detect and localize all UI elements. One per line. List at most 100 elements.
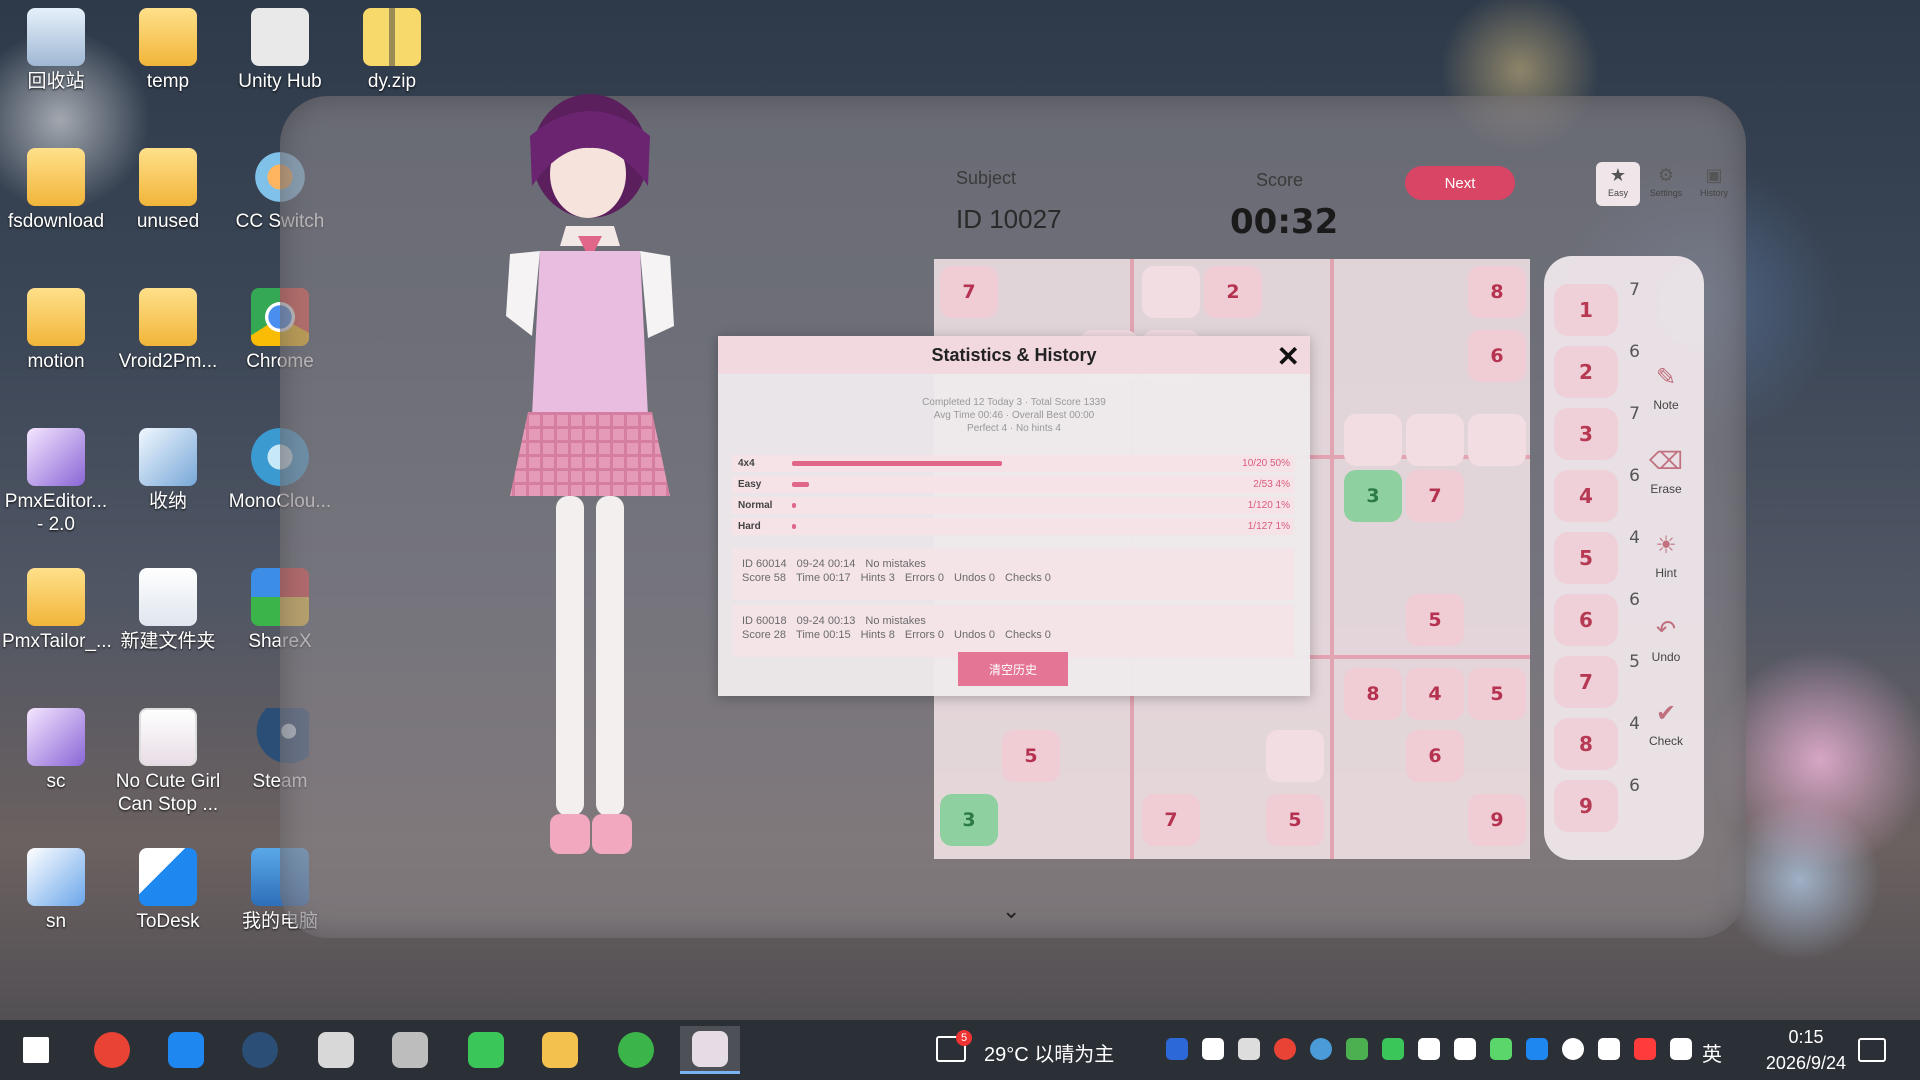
network-icon[interactable] <box>1418 1038 1440 1060</box>
taskbar-app-file-explorer[interactable] <box>530 1026 590 1074</box>
desktop-icon-label: motion <box>27 351 85 372</box>
board-cell[interactable]: 7 <box>940 266 998 318</box>
board-cell-empty[interactable] <box>1344 414 1402 466</box>
desktop-icon-20[interactable]: sn <box>2 848 110 933</box>
undo-button[interactable]: ↶ Undo <box>1644 610 1688 664</box>
desktop-icon-label: Unity Hub <box>238 71 322 92</box>
taskbar-app-sharex[interactable] <box>606 1026 666 1074</box>
nvidia-icon[interactable] <box>1346 1038 1368 1060</box>
taskbar-app-chrome[interactable] <box>82 1026 142 1074</box>
desktop-icon-label: dy.zip <box>367 71 417 92</box>
chevron-down-icon[interactable]: ⌄ <box>1002 898 1020 924</box>
history-field: Time 00:15 <box>796 629 851 641</box>
board-cell[interactable]: 8 <box>1468 266 1526 318</box>
number-key-8[interactable]: 84 <box>1554 714 1640 770</box>
app-icon[interactable] <box>1202 1038 1224 1060</box>
desktop-icon-2[interactable]: temp <box>114 8 222 93</box>
board-cell[interactable]: 5 <box>1468 668 1526 720</box>
number-key-4[interactable]: 46 <box>1554 466 1640 522</box>
unity-icon <box>318 1032 354 1068</box>
desktop-icon-label: Vroid2Pm... <box>118 351 218 372</box>
settings-button[interactable]: ⚙ Settings <box>1644 162 1688 206</box>
desktop-icon-15[interactable]: 新建文件夹 <box>114 568 222 653</box>
number-key-6[interactable]: 66 <box>1554 590 1640 646</box>
desktop-icon-label: PmxTailor_... <box>2 631 112 652</box>
number-key-digit: 7 <box>1579 670 1593 694</box>
desktop-icon-18[interactable]: No Cute Girl Can Stop ... <box>114 708 222 816</box>
ea-icon[interactable] <box>1166 1038 1188 1060</box>
board-cell[interactable]: 4 <box>1406 668 1464 720</box>
history-button[interactable]: ▣ History <box>1692 162 1736 206</box>
taskbar-app-game[interactable] <box>680 1026 740 1074</box>
board-cell[interactable]: 5 <box>1406 594 1464 646</box>
clear-history-button[interactable]: 清空历史 <box>958 652 1068 686</box>
close-button[interactable]: ✕ <box>1277 340 1300 373</box>
hint-button[interactable]: ☀ Hint <box>1644 526 1688 580</box>
number-key-1[interactable]: 17 <box>1554 280 1640 336</box>
weather-text[interactable]: 29°C 以晴为主 <box>984 1038 1114 1067</box>
board-cell-empty[interactable] <box>1468 414 1526 466</box>
desktop-icon-12[interactable]: 收纳 <box>114 428 222 513</box>
note-button[interactable]: ✎ Note <box>1644 358 1688 412</box>
desktop-icon-4[interactable]: dy.zip <box>338 8 446 93</box>
board-cell[interactable]: 3 <box>1344 470 1402 522</box>
sharex-icon[interactable] <box>1490 1038 1512 1060</box>
record-icon[interactable] <box>1562 1038 1584 1060</box>
number-key-5[interactable]: 54 <box>1554 528 1640 584</box>
taskbar-app-unity-hub[interactable] <box>380 1026 440 1074</box>
ime-indicator[interactable]: 英 <box>1702 1038 1722 1067</box>
todesk-icon[interactable] <box>1526 1038 1548 1060</box>
board-cell[interactable]: 8 <box>1344 668 1402 720</box>
check-button[interactable]: ✔ Check <box>1644 694 1688 748</box>
cloud-icon[interactable] <box>1310 1038 1332 1060</box>
desktop-icon-5[interactable]: fsdownload <box>2 148 110 233</box>
next-button[interactable]: Next <box>1405 166 1515 200</box>
steam-icon[interactable] <box>1598 1038 1620 1060</box>
desktop-icon-17[interactable]: sc <box>2 708 110 793</box>
security-icon[interactable] <box>1634 1038 1656 1060</box>
unity-icon[interactable] <box>1454 1038 1476 1060</box>
number-key-3[interactable]: 37 <box>1554 404 1640 460</box>
board-cell[interactable]: 9 <box>1468 794 1526 846</box>
volume-icon[interactable] <box>1670 1038 1692 1060</box>
board-cell[interactable]: 3 <box>940 794 998 846</box>
browser-icon[interactable] <box>1274 1038 1296 1060</box>
number-key-7[interactable]: 75 <box>1554 652 1640 708</box>
number-key-digit: 4 <box>1579 484 1593 508</box>
desktop-icon-9[interactable]: Vroid2Pm... <box>114 288 222 373</box>
desktop-icon-21[interactable]: ToDesk <box>114 848 222 933</box>
number-key-9[interactable]: 96 <box>1554 776 1640 832</box>
board-cell-empty[interactable] <box>1406 414 1464 466</box>
number-key-remaining: 6 <box>1629 776 1640 796</box>
taskbar-app-todesk[interactable] <box>156 1026 216 1074</box>
easy-button[interactable]: ★ Easy <box>1596 162 1640 206</box>
taskbar-app-wechat[interactable] <box>456 1026 516 1074</box>
board-cell[interactable]: 7 <box>1406 470 1464 522</box>
board-cell[interactable]: 7 <box>1142 794 1200 846</box>
erase-button[interactable]: ⌫ Erase <box>1644 442 1688 496</box>
progress-fill <box>792 524 797 529</box>
number-key-2[interactable]: 26 <box>1554 342 1640 398</box>
desktop-icon-8[interactable]: motion <box>2 288 110 373</box>
notification-center-icon[interactable] <box>1858 1038 1886 1062</box>
taskbar-app-windows-start[interactable] <box>6 1026 66 1074</box>
board-cell[interactable]: 6 <box>1468 330 1526 382</box>
statistics-history-dialog: Statistics & History ✕ Completed 12 Toda… <box>718 336 1310 696</box>
desktop-icon-11[interactable]: PmxEditor... - 2.0 <box>2 428 110 536</box>
desktop-icon-1[interactable]: 回收站 <box>2 8 110 93</box>
taskbar-app-unity[interactable] <box>306 1026 366 1074</box>
board-cell[interactable]: 2 <box>1204 266 1262 318</box>
progress-track <box>792 503 1212 508</box>
board-cell[interactable]: 6 <box>1406 730 1464 782</box>
taskbar-app-steam[interactable] <box>230 1026 290 1074</box>
desktop-icon-6[interactable]: unused <box>114 148 222 233</box>
desktop-icon-14[interactable]: PmxTailor_... <box>2 568 112 653</box>
board-cell[interactable]: 5 <box>1266 794 1324 846</box>
board-cell-empty[interactable] <box>1266 730 1324 782</box>
clock[interactable]: 0:15 2026/9/24 <box>1766 1024 1846 1076</box>
wechat-icon[interactable] <box>1382 1038 1404 1060</box>
desktop-icon-3[interactable]: Unity Hub <box>226 8 334 93</box>
board-cell-empty[interactable] <box>1142 266 1200 318</box>
board-cell[interactable]: 5 <box>1002 730 1060 782</box>
camera-icon[interactable] <box>1238 1038 1260 1060</box>
